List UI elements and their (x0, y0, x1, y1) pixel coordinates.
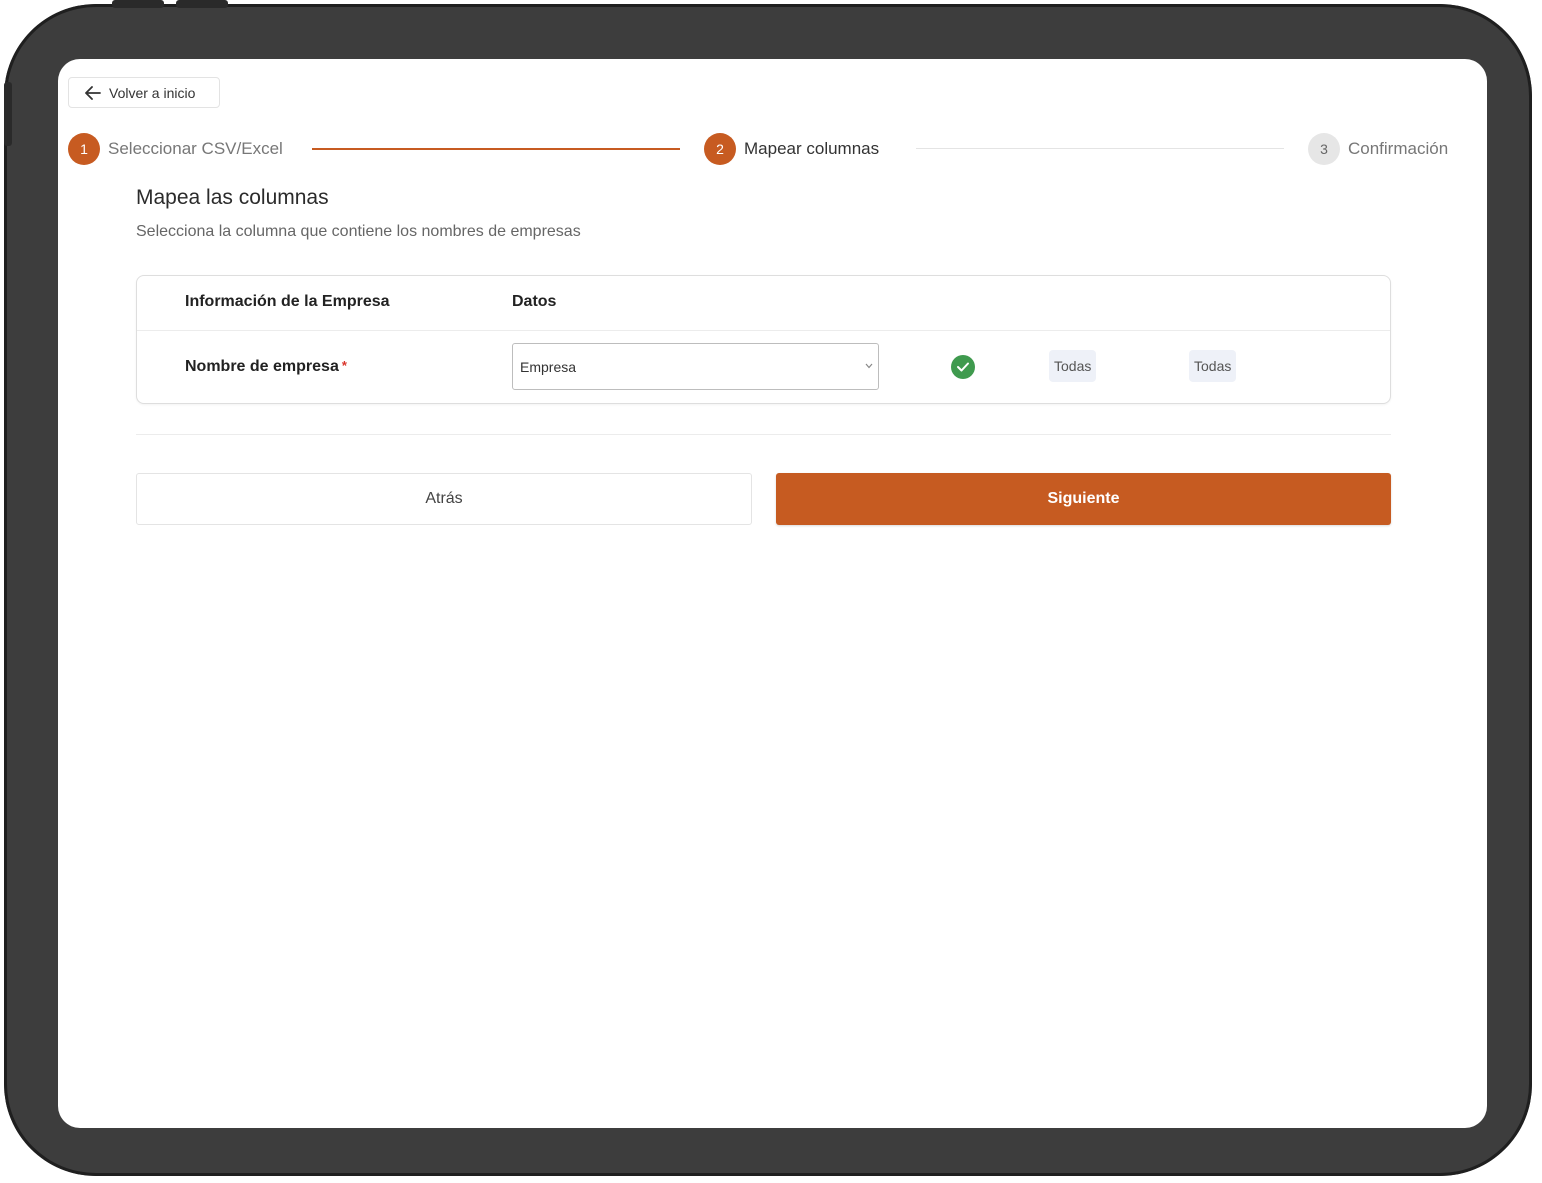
table-header: Información de la Empresa Datos (137, 276, 1390, 331)
step-map-columns: 2 Mapear columnas (704, 131, 879, 167)
check-icon (951, 355, 975, 379)
step-confirmation: 3 Confirmación (1308, 131, 1448, 167)
screen: Volver a inicio 1 Seleccionar CSV/Excel … (58, 59, 1487, 1128)
back-to-home-label: Volver a inicio (109, 84, 196, 101)
back-button[interactable]: Atrás (136, 473, 752, 525)
step-select-file: 1 Seleccionar CSV/Excel (68, 131, 283, 167)
step-label: Seleccionar CSV/Excel (108, 139, 283, 158)
page-subtitle: Selecciona la columna que contiene los n… (136, 223, 581, 240)
device-side-button (4, 82, 12, 146)
device-top-button (176, 0, 228, 8)
step-label: Confirmación (1348, 139, 1449, 158)
step-number: 2 (704, 133, 736, 165)
tag-badge: Todas (1049, 350, 1097, 382)
header-data: Datos (512, 293, 557, 310)
column-mapping-table: Información de la Empresa Datos Nombre d… (136, 275, 1391, 404)
divider (136, 434, 1391, 435)
required-marker: * (341, 358, 347, 373)
header-company-info: Información de la Empresa (185, 293, 390, 310)
next-button[interactable]: Siguiente (776, 473, 1391, 525)
tablet-frame: Volver a inicio 1 Seleccionar CSV/Excel … (4, 4, 1532, 1176)
column-select-value: Empresa (520, 358, 577, 375)
step-number: 1 (68, 133, 100, 165)
step-number: 3 (1308, 133, 1340, 165)
field-label-text: Nombre de empresa (185, 358, 339, 375)
step-label: Mapear columnas (744, 139, 880, 158)
column-select[interactable]: Empresa (512, 343, 879, 390)
chevron-down-icon (865, 363, 873, 369)
field-label-company-name: Nombre de empresa * (185, 358, 347, 376)
step-connector-pending (916, 148, 1284, 149)
tag-badge: Todas (1189, 350, 1237, 382)
device-top-button (112, 0, 164, 8)
step-connector-completed (312, 148, 680, 150)
stepper: 1 Seleccionar CSV/Excel 2 Mapear columna… (68, 131, 1478, 167)
arrow-left-icon (85, 85, 101, 100)
back-to-home-button[interactable]: Volver a inicio (68, 77, 220, 108)
page-title: Mapea las columnas (136, 186, 329, 209)
